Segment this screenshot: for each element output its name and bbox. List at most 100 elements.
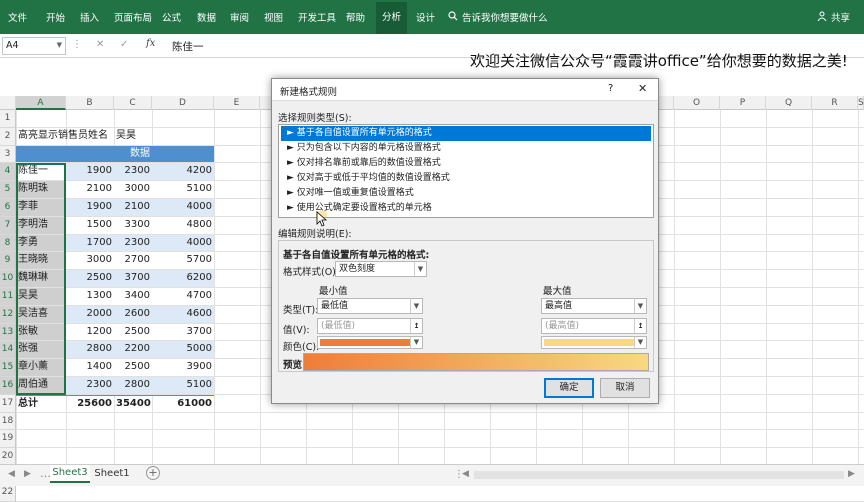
tab-3[interactable]: 页面布局 [114, 10, 152, 24]
min-value-input[interactable]: (最低值) ↥ [317, 318, 423, 334]
row-header[interactable]: 2 [0, 127, 16, 146]
value-cell[interactable]: 2700 [114, 252, 152, 270]
value-cell[interactable]: 1900 [66, 199, 114, 216]
row-header[interactable]: 16 [0, 377, 16, 395]
value-cell[interactable]: 1900 [66, 163, 114, 181]
cancel-icon[interactable]: ✕ [96, 39, 104, 50]
tab-5[interactable]: 数据 [197, 10, 216, 24]
value-cell[interactable]: 2100 [66, 181, 114, 198]
tab-8[interactable]: 开发工具 [298, 10, 336, 24]
salesperson-cell[interactable]: 张强 [16, 341, 66, 359]
tab-9[interactable]: 帮助 [346, 10, 365, 24]
salesperson-cell[interactable]: 李勇 [16, 234, 66, 252]
rule-type-item[interactable]: ► 仅对高于或低于平均值的数值设置格式 [281, 171, 651, 186]
nav-right-icon[interactable]: ▶ [24, 469, 31, 479]
cancel-button[interactable]: 取消 [600, 378, 650, 398]
enter-icon[interactable]: ✓ [120, 39, 128, 50]
format-style-select[interactable]: 双色刻度 ▼ [335, 261, 427, 277]
pivot-corner[interactable] [16, 145, 66, 163]
cell-c2[interactable]: 吴昊 [114, 128, 152, 145]
row-header[interactable]: 13 [0, 323, 16, 342]
rule-type-item[interactable]: ► 使用公式确定要设置格式的单元格 [281, 201, 651, 216]
salesperson-cell[interactable]: 李明浩 [16, 216, 66, 234]
row-header[interactable]: 17 [0, 394, 16, 413]
ok-button[interactable]: 确定 [544, 378, 594, 398]
column-header[interactable]: D [152, 96, 214, 110]
tab-11[interactable]: 设计 [416, 10, 435, 24]
value-cell[interactable]: 2500 [114, 323, 152, 341]
sheet-tab-sheet1[interactable]: Sheet1 [92, 466, 132, 482]
value-cell[interactable]: 4800 [152, 216, 214, 234]
value-cell[interactable]: 2500 [114, 359, 152, 376]
row-header[interactable]: 19 [0, 430, 16, 449]
value-cell[interactable]: 5000 [152, 341, 214, 359]
column-header[interactable]: A [16, 96, 66, 110]
scroll-right-icon[interactable]: ▶ [848, 469, 855, 479]
row-header[interactable]: 5 [0, 181, 16, 199]
value-cell[interactable]: 3400 [114, 288, 152, 305]
total-cell[interactable]: 25600 [66, 394, 114, 412]
row-header[interactable]: 7 [0, 216, 16, 235]
row-header[interactable]: 11 [0, 288, 16, 306]
value-cell[interactable]: 3000 [66, 252, 114, 270]
value-cell[interactable]: 2000 [66, 305, 114, 323]
total-cell[interactable]: 总计 [16, 394, 66, 412]
rule-type-item[interactable]: ► 基于各自值设置所有单元格的格式 [281, 126, 651, 141]
column-header[interactable]: C [114, 96, 152, 110]
value-cell[interactable]: 4600 [152, 305, 214, 323]
salesperson-cell[interactable]: 张敏 [16, 323, 66, 341]
tab-6[interactable]: 审阅 [230, 10, 249, 24]
max-type-select[interactable]: 最高值 ▼ [541, 298, 647, 314]
row-header[interactable]: 15 [0, 359, 16, 377]
row-header[interactable]: 4 [0, 163, 16, 182]
row-header[interactable]: 18 [0, 412, 16, 431]
value-cell[interactable]: 3700 [152, 323, 214, 341]
pivot-data-header[interactable]: 数据 [66, 145, 214, 163]
column-header[interactable]: E [214, 96, 260, 110]
value-cell[interactable]: 4000 [152, 234, 214, 252]
max-color-picker[interactable]: ▼ [541, 336, 647, 349]
tab-7[interactable]: 视图 [264, 10, 283, 24]
chevron-down-icon[interactable]: ▼ [57, 41, 62, 49]
formula-input[interactable]: 陈佳一 [172, 39, 204, 54]
value-cell[interactable]: 2300 [66, 377, 114, 394]
column-header[interactable]: R [812, 96, 858, 110]
value-cell[interactable]: 1700 [66, 234, 114, 252]
tab-4[interactable]: 公式 [162, 10, 181, 24]
rule-type-list[interactable]: ► 基于各自值设置所有单元格的格式 ► 只为包含以下内容的单元格设置格式 ► 仅对排… [278, 124, 654, 218]
min-color-picker[interactable]: ▼ [317, 336, 423, 349]
tab-10[interactable]: 分析 [376, 2, 408, 34]
value-cell[interactable]: 5700 [152, 252, 214, 270]
rule-type-item[interactable]: ► 只为包含以下内容的单元格设置格式 [281, 141, 651, 156]
value-cell[interactable]: 2300 [114, 234, 152, 252]
column-header[interactable]: O [674, 96, 720, 110]
value-cell[interactable]: 6200 [152, 270, 214, 287]
value-cell[interactable]: 3900 [152, 359, 214, 376]
row-header[interactable]: 9 [0, 252, 16, 271]
salesperson-cell[interactable]: 陈佳一 [16, 163, 66, 181]
value-cell[interactable]: 4000 [152, 199, 214, 216]
total-cell[interactable]: 61000 [152, 394, 214, 412]
salesperson-cell[interactable]: 吴昊 [16, 288, 66, 305]
tab-2[interactable]: 插入 [80, 10, 99, 24]
insert-function-icon[interactable]: fx [146, 38, 155, 49]
salesperson-cell[interactable]: 章小薰 [16, 359, 66, 376]
max-value-input[interactable]: (最高值) ↥ [541, 318, 647, 334]
salesperson-cell[interactable]: 李菲 [16, 199, 66, 216]
tab-0[interactable]: 文件 [8, 10, 27, 24]
share-button[interactable]: 共享 [817, 10, 850, 24]
range-select-icon[interactable]: ↥ [410, 319, 422, 333]
salesperson-cell[interactable]: 周伯通 [16, 377, 66, 394]
value-cell[interactable]: 5100 [152, 377, 214, 394]
close-icon[interactable]: ✕ [638, 82, 647, 95]
value-cell[interactable]: 2800 [114, 377, 152, 394]
value-cell[interactable]: 2800 [66, 341, 114, 359]
value-cell[interactable]: 4200 [152, 163, 214, 181]
min-type-select[interactable]: 最低值 ▼ [317, 298, 423, 314]
row-header[interactable]: 12 [0, 305, 16, 324]
value-cell[interactable]: 1300 [66, 288, 114, 305]
value-cell[interactable]: 2500 [66, 270, 114, 287]
rule-type-item[interactable]: ► 仅对排名靠前或靠后的数值设置格式 [281, 156, 651, 171]
range-select-icon[interactable]: ↥ [634, 319, 646, 333]
name-box[interactable]: A4 ▼ [2, 37, 66, 55]
